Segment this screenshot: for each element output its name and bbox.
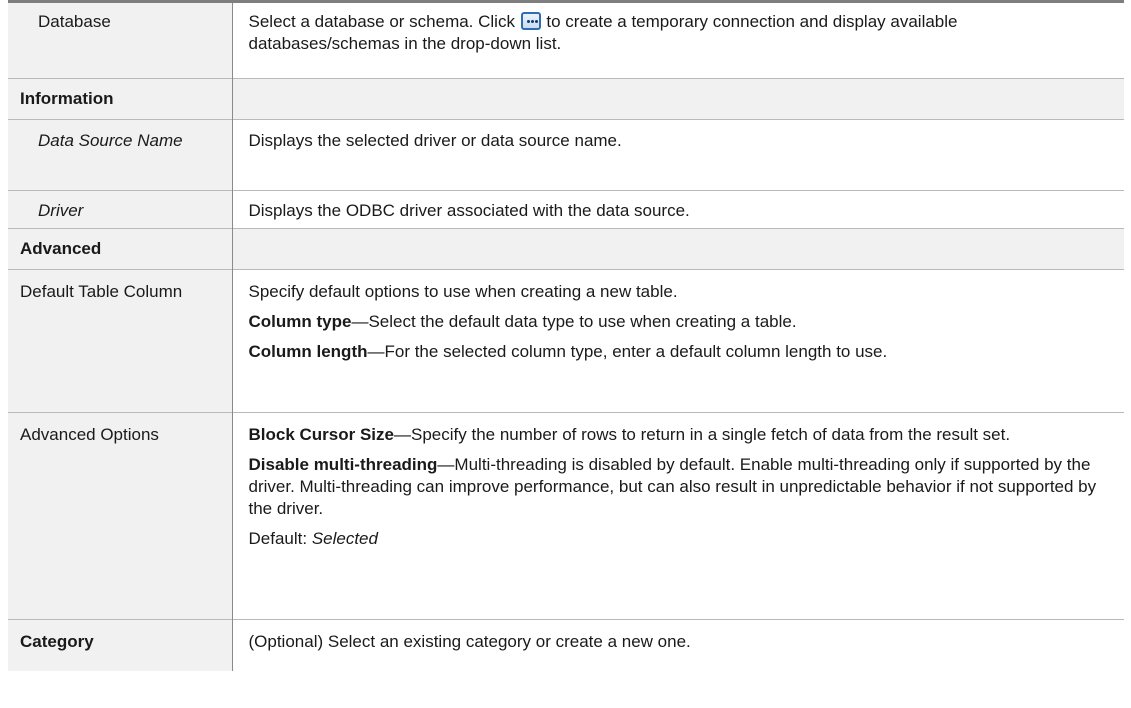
table-row: Information: [8, 78, 1124, 120]
section-heading-information: Information: [8, 78, 233, 120]
block-cursor-term: Block Cursor Size: [248, 425, 395, 444]
block-cursor-paragraph: Block Cursor Size—Specify the number of …: [249, 424, 1111, 446]
category-description: (Optional) Select an existing category o…: [248, 632, 691, 651]
data-source-name-label: Data Source Name: [8, 119, 233, 191]
table-row: Advanced: [8, 228, 1124, 270]
options-table: Database Select a database or schema. Cl…: [8, 0, 1124, 671]
section-heading-advanced: Advanced: [8, 228, 233, 270]
table-row: Data Source Name Displays the selected d…: [8, 119, 1124, 191]
data-source-name-description: Displays the selected driver or data sou…: [248, 131, 622, 150]
database-desc-text: Select a database or schema. Click: [248, 12, 520, 31]
disable-multithreading-paragraph: Disable multi-threading—Multi-threading …: [249, 454, 1111, 520]
database-label: Database: [8, 0, 233, 79]
category-label: Category: [8, 619, 233, 671]
column-type-paragraph: Column type—Select the default data type…: [249, 311, 1111, 333]
default-prefix: Default:: [248, 529, 312, 548]
block-cursor-text: —Specify the number of rows to return in…: [394, 425, 1011, 444]
table-row: Category (Optional) Select an existing c…: [8, 619, 1124, 671]
default-value-paragraph: Default: Selected: [249, 528, 1111, 550]
default-table-column-description: Specify default options to use when crea…: [232, 270, 1124, 413]
options-document: Database Select a database or schema. Cl…: [0, 0, 1131, 671]
table-row: Default Table Column Specify default opt…: [8, 269, 1124, 413]
default-table-column-intro: Specify default options to use when crea…: [248, 282, 678, 301]
empty-cell: [231, 78, 1124, 120]
column-type-text: —Select the default data type to use whe…: [351, 312, 797, 331]
advanced-options-description: Block Cursor Size—Specify the number of …: [232, 413, 1124, 620]
column-length-text: —For the selected column type, enter a d…: [367, 342, 888, 361]
empty-cell: [231, 228, 1124, 270]
driver-label: Driver: [8, 190, 233, 229]
driver-description: Displays the ODBC driver associated with…: [248, 201, 690, 220]
column-type-term: Column type: [248, 312, 352, 331]
column-length-term: Column length: [248, 342, 368, 361]
default-table-column-label: Default Table Column: [8, 269, 233, 413]
table-row: Driver Displays the ODBC driver associat…: [8, 190, 1124, 229]
table-row: Database Select a database or schema. Cl…: [8, 0, 1124, 79]
disable-multithreading-term: Disable multi-threading: [248, 455, 438, 474]
database-description: Select a database or schema. Click to cr…: [232, 0, 1124, 79]
default-value: Selected: [311, 529, 378, 548]
table-row: Advanced Options Block Cursor Size—Speci…: [8, 412, 1124, 620]
advanced-options-label: Advanced Options: [8, 412, 233, 620]
column-length-paragraph: Column length—For the selected column ty…: [249, 341, 1111, 363]
ellipsis-button-icon: [520, 12, 541, 30]
